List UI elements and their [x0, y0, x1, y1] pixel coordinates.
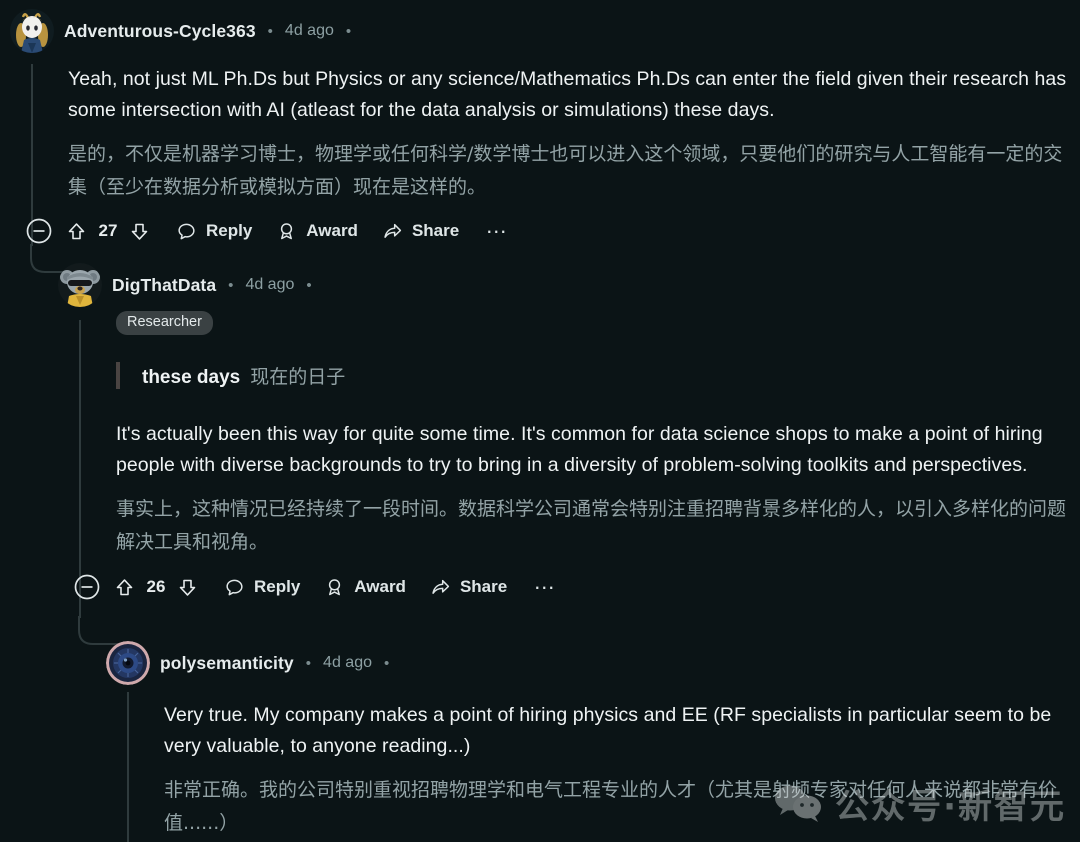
- comment-3-body-english: Very true. My company makes a point of h…: [164, 704, 1052, 757]
- comment-1-award-label: Award: [306, 221, 358, 240]
- comment-1: Adventurous-Cycle363 • 4d ago • Yeah, no…: [10, 8, 1070, 246]
- comment-3-timestamp: 4d ago: [323, 654, 372, 671]
- comment-1-body-english: Yeah, not just ML Ph.Ds but Physics or a…: [68, 68, 1067, 121]
- comment-1-vote-count: 27: [98, 221, 118, 240]
- comment-2-separator-2: •: [306, 276, 312, 294]
- comment-2-quote-chinese: 现在的日子: [250, 366, 346, 388]
- comment-1-body-chinese: 是的，不仅是机器学习博士，物理学或任何科学/数学博士也可以进入这个领域，只要他们…: [68, 143, 1063, 198]
- award-icon: [324, 577, 345, 598]
- comment-3-separator-2: •: [383, 654, 390, 672]
- avatar-koala-sunglasses[interactable]: [58, 263, 102, 307]
- comment-1-username[interactable]: Adventurous-Cycle363: [64, 21, 256, 42]
- comment-1-share-label: Share: [411, 221, 460, 240]
- comment-2-action-bar: 26 Reply Award Share …: [10, 559, 1070, 601]
- comment-2-separator-1: •: [228, 276, 234, 294]
- comment-1-reply-button[interactable]: Reply: [164, 217, 264, 246]
- comment-1-action-bar: 27 Reply Award Share …: [10, 204, 1070, 246]
- comment-1-separator-1: •: [267, 22, 273, 40]
- comment-2-reply-button[interactable]: Reply: [212, 573, 312, 602]
- comment-3-header: polysemanticity • 4d ago •: [10, 640, 1070, 686]
- comment-2-reply-label: Reply: [254, 577, 301, 596]
- comment-thread-page: Adventurous-Cycle363 • 4d ago • Yeah, no…: [0, 0, 1080, 842]
- comment-1-timestamp: 4d ago: [284, 22, 334, 39]
- avatar-anime-girl[interactable]: [10, 9, 54, 53]
- comment-3-body-chinese: 非常正确。我的公司特别重视招聘物理学和电气工程专业的人才（尤其是射频专家对任何人…: [164, 779, 1058, 834]
- avatar-blue-eye[interactable]: [106, 641, 150, 685]
- comment-3-separator-1: •: [305, 654, 312, 672]
- comment-bubble-icon: [176, 221, 197, 242]
- comment-2-flair-row: Researcher: [10, 308, 1070, 338]
- comment-2-username[interactable]: DigThatData: [112, 275, 216, 296]
- comment-1-more-button[interactable]: …: [471, 213, 523, 249]
- comment-bubble-icon: [224, 577, 245, 598]
- share-arrow-icon: [382, 221, 403, 242]
- comment-3-username[interactable]: polysemanticity: [160, 653, 294, 674]
- share-arrow-icon: [430, 577, 451, 598]
- collapse-icon[interactable]: [22, 214, 56, 248]
- comment-2-award-button[interactable]: Award: [312, 573, 418, 602]
- comment-2-share-button[interactable]: Share: [418, 573, 519, 602]
- comment-2: DigThatData • 4d ago • Researcher these …: [10, 262, 1070, 601]
- comment-2-more-button[interactable]: …: [519, 569, 571, 605]
- comment-1-vote-group: 27: [66, 221, 150, 242]
- upvote-icon[interactable]: [114, 577, 135, 598]
- downvote-icon[interactable]: [177, 577, 198, 598]
- comment-3: polysemanticity • 4d ago • Very true. My…: [10, 640, 1070, 840]
- comment-1-reply-label: Reply: [206, 221, 253, 240]
- comment-1-separator-2: •: [345, 22, 352, 40]
- comment-2-award-label: Award: [354, 577, 406, 596]
- comment-2-flair-badge[interactable]: Researcher: [116, 311, 213, 335]
- comment-2-body-chinese: 事实上，这种情况已经持续了一段时间。数据科学公司通常会特别注重招聘背景多样化的人…: [116, 498, 1067, 553]
- collapse-icon[interactable]: [70, 570, 104, 604]
- comment-2-share-label: Share: [459, 577, 508, 596]
- upvote-icon[interactable]: [66, 221, 87, 242]
- comment-2-quote-english: these days: [142, 367, 241, 388]
- award-icon: [276, 221, 297, 242]
- comment-2-vote-count: 26: [146, 577, 166, 596]
- comment-2-header: DigThatData • 4d ago •: [10, 262, 1070, 308]
- comment-1-share-button[interactable]: Share: [370, 217, 471, 246]
- comment-2-body-english: It's actually been this way for quite so…: [116, 423, 1043, 476]
- comment-2-timestamp: 4d ago: [245, 276, 295, 293]
- comment-2-vote-group: 26: [114, 577, 198, 598]
- downvote-icon[interactable]: [129, 221, 150, 242]
- comment-1-award-button[interactable]: Award: [264, 217, 370, 246]
- comment-2-blockquote: these days 现在的日子: [116, 362, 1070, 389]
- comment-1-header: Adventurous-Cycle363 • 4d ago •: [10, 8, 1070, 54]
